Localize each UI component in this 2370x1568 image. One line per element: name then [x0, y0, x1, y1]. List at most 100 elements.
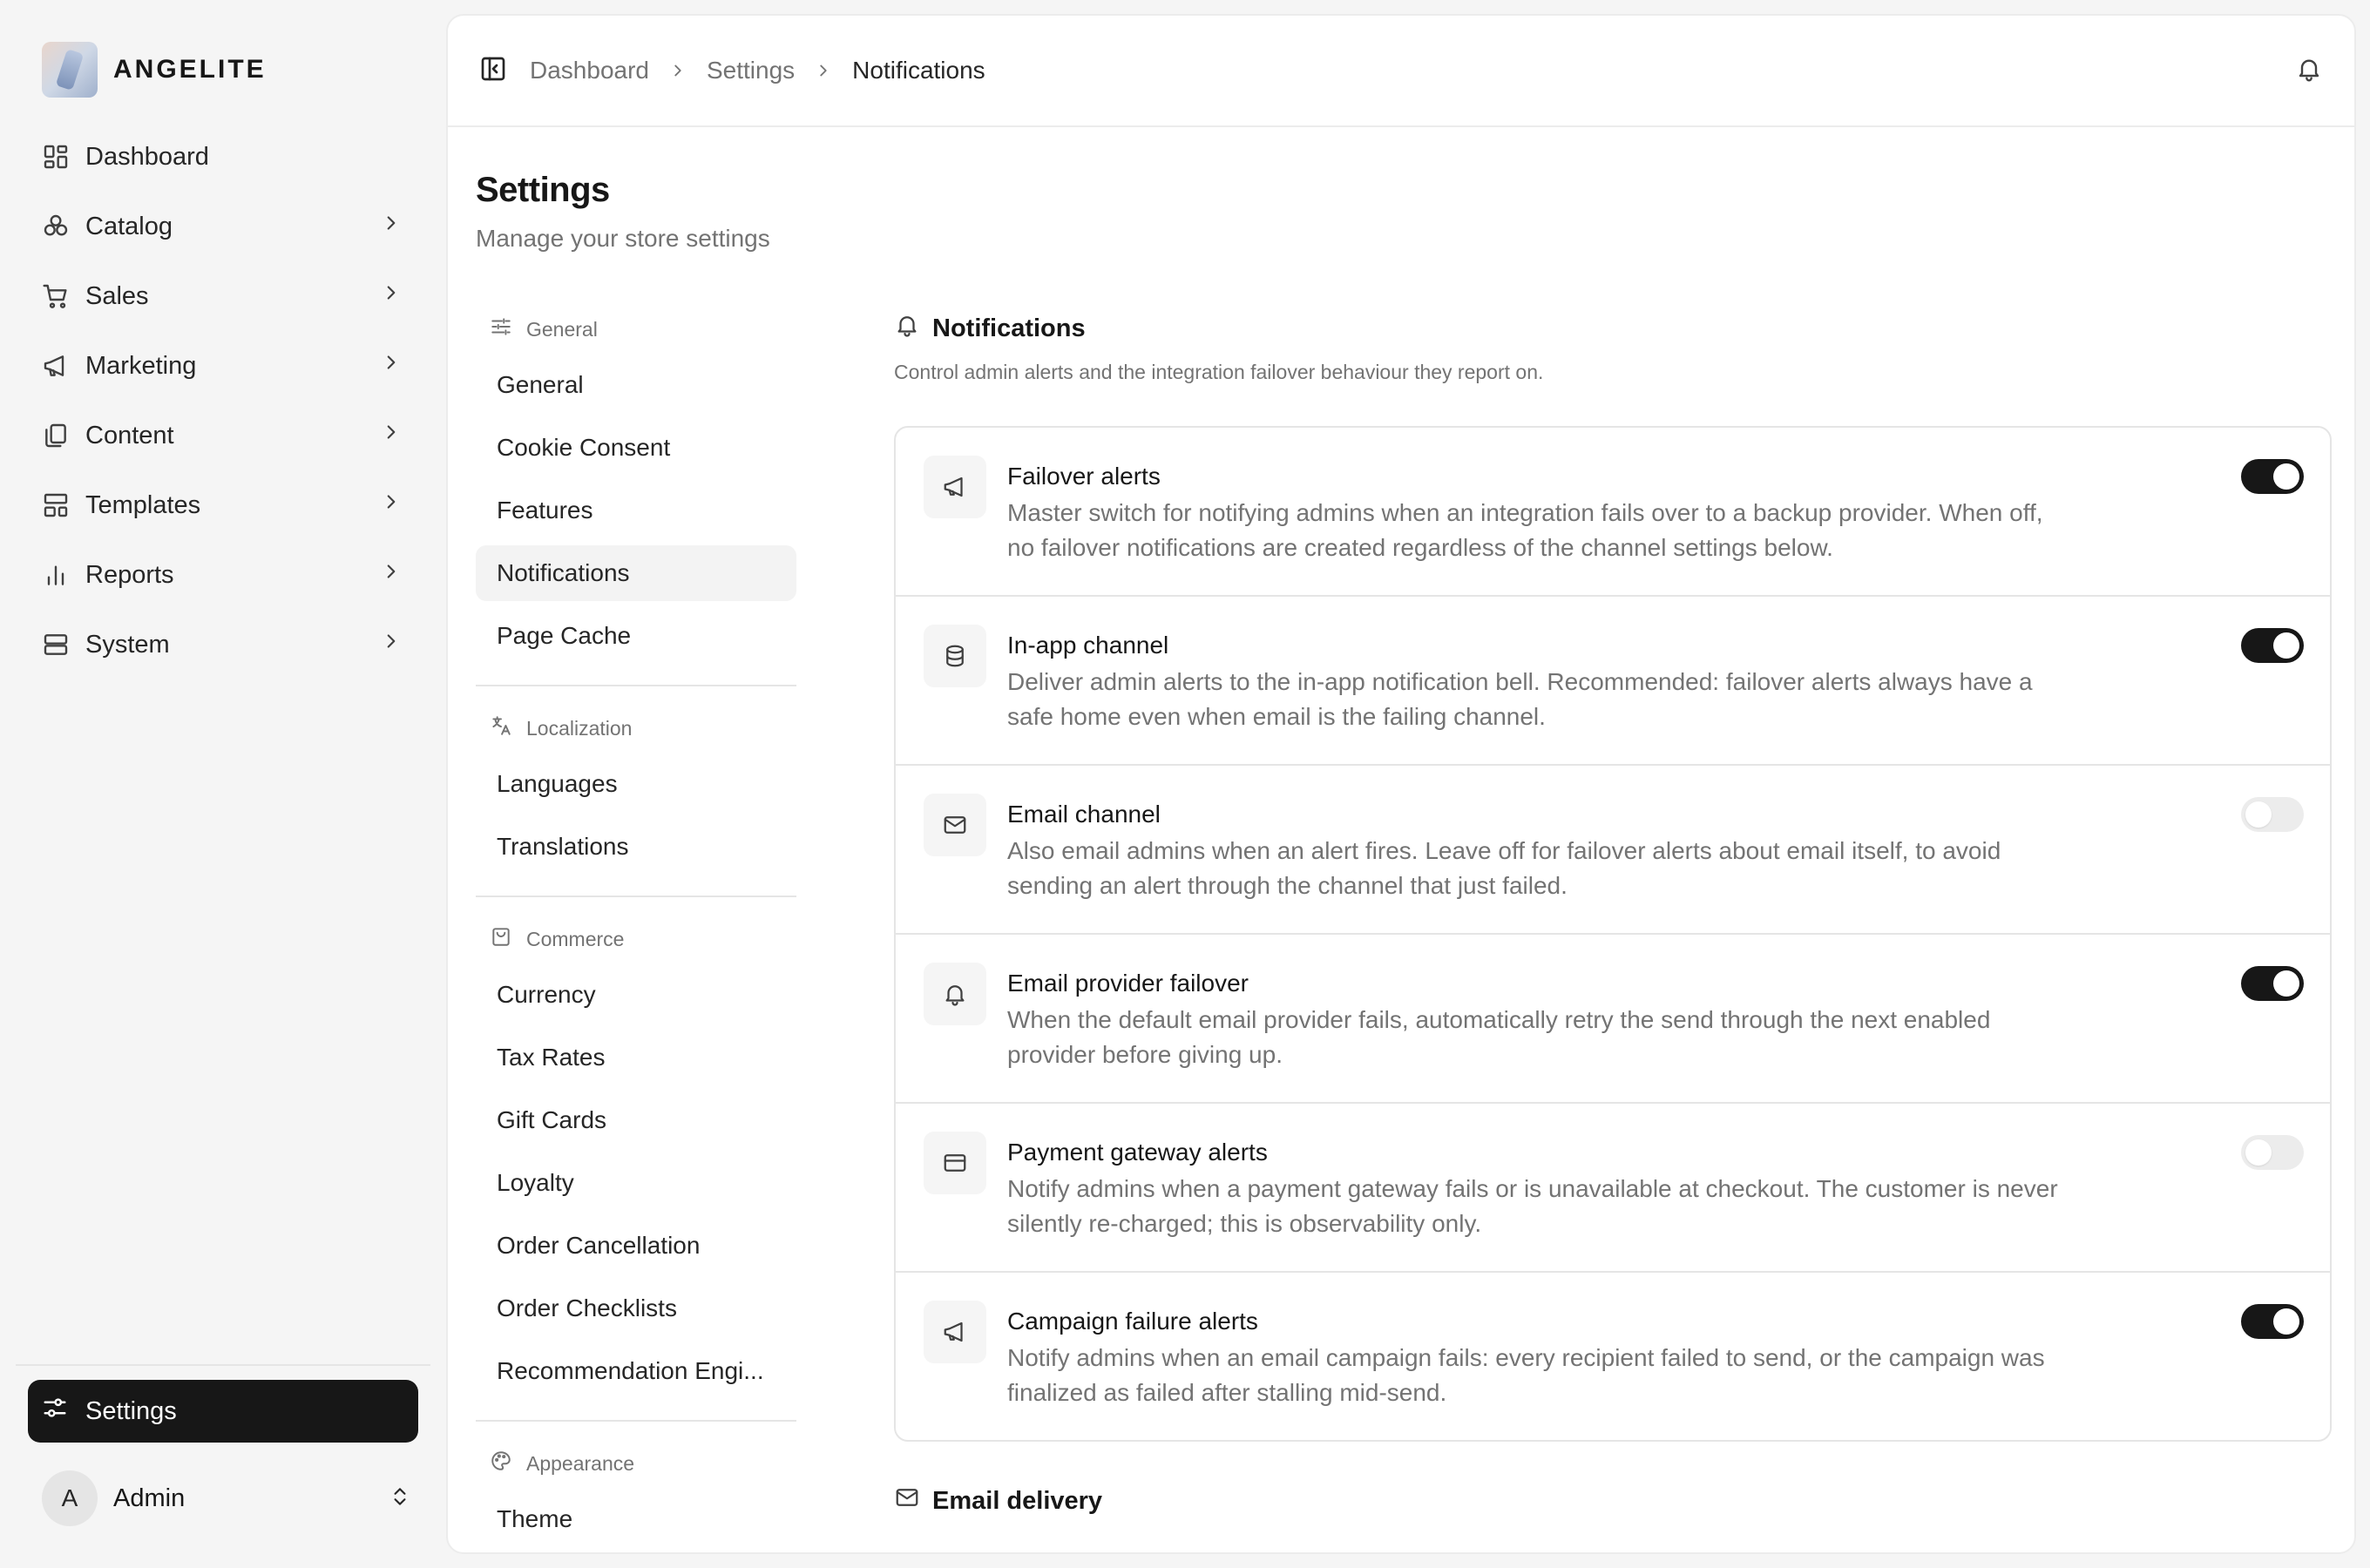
setting-description: When the default email provider fails, a…: [1007, 1006, 1991, 1068]
setting-title: Payment gateway alerts: [1007, 1139, 1268, 1166]
megaphone-icon: [924, 1301, 986, 1363]
breadcrumb: Dashboard Settings Notifications: [530, 57, 985, 84]
setting-row-payment-gateway-alerts: Payment gateway alerts Notify admins whe…: [896, 1102, 2330, 1271]
cart-icon: [42, 282, 70, 310]
chevron-right-icon: [380, 630, 403, 659]
toggle-knob: [2273, 463, 2299, 490]
sidebar-item-reports[interactable]: Reports: [28, 540, 416, 610]
toggle-knob: [2245, 1139, 2272, 1166]
email-delivery-heading: Email delivery: [894, 1484, 1102, 1517]
subnav-item-notifications[interactable]: Notifications: [476, 545, 796, 601]
subnav-item-currency[interactable]: Currency: [476, 967, 796, 1023]
translate-icon: [490, 714, 526, 742]
notification-settings-card: Failover alerts Master switch for notify…: [894, 426, 2332, 1442]
megaphone-icon: [42, 352, 70, 380]
chevron-right-icon: [380, 421, 403, 450]
subnav-item-cookie-consent[interactable]: Cookie Consent: [476, 420, 796, 476]
in-app-channel-toggle[interactable]: [2241, 628, 2304, 663]
subnav-item-order-cancellation[interactable]: Order Cancellation: [476, 1218, 796, 1274]
chevron-right-icon: [380, 281, 403, 311]
sidebar-item-label: Reports: [85, 560, 174, 589]
subnav-group-title: Commerce: [526, 927, 625, 950]
brand[interactable]: ANGELITE: [42, 42, 267, 98]
notifications-section: Notifications Control admin alerts and t…: [894, 312, 2332, 1442]
subnav-item-languages[interactable]: Languages: [476, 756, 796, 812]
toggle-knob: [2273, 970, 2299, 997]
email-provider-failover-toggle[interactable]: [2241, 966, 2304, 1001]
sidebar-item-templates[interactable]: Templates: [28, 470, 416, 540]
setting-description: Deliver admin alerts to the in-app notif…: [1007, 668, 2033, 730]
setting-row-failover-alerts: Failover alerts Master switch for notify…: [896, 428, 2330, 595]
breadcrumb-dashboard[interactable]: Dashboard: [530, 57, 649, 84]
sidebar-item-catalog[interactable]: Catalog: [28, 192, 416, 261]
shopping-bag-icon: [490, 925, 526, 953]
templates-icon: [42, 491, 70, 519]
brand-logo: [42, 42, 98, 98]
sidebar-toggle-icon[interactable]: [479, 55, 507, 87]
database-icon: [924, 625, 986, 687]
main-panel: Dashboard Settings Notifications Setting…: [446, 14, 2356, 1554]
megaphone-icon: [924, 456, 986, 518]
sidebar-item-label: Templates: [85, 490, 201, 519]
sidebar-divider: [16, 1364, 430, 1366]
sidebar-item-content[interactable]: Content: [28, 401, 416, 470]
content-icon: [42, 422, 70, 449]
campaign-failure-alerts-toggle[interactable]: [2241, 1304, 2304, 1339]
subnav-group-title: Appearance: [526, 1451, 635, 1475]
setting-row-email-channel: Email channel Also email admins when an …: [896, 764, 2330, 933]
subnav-group-commerce: Commerce: [476, 918, 796, 960]
section-title: Email delivery: [932, 1486, 1103, 1515]
setting-row-in-app-channel: In-app channel Deliver admin alerts to t…: [896, 595, 2330, 764]
breadcrumb-settings[interactable]: Settings: [707, 57, 795, 84]
sidebar-item-label: Sales: [85, 281, 149, 310]
subnav-item-theme[interactable]: Theme: [476, 1491, 796, 1547]
toggle-knob: [2245, 801, 2272, 828]
sidebar-item-label: Catalog: [85, 212, 173, 240]
failover-alerts-toggle[interactable]: [2241, 459, 2304, 494]
user-menu[interactable]: A Admin: [42, 1470, 411, 1526]
brand-name: ANGELITE: [113, 55, 267, 84]
chevron-right-icon: [814, 61, 833, 80]
notification-bell-icon[interactable]: [2295, 55, 2323, 87]
palette-icon: [490, 1450, 526, 1477]
payment-gateway-alerts-toggle[interactable]: [2241, 1135, 2304, 1170]
subnav-group-appearance: Appearance: [476, 1443, 796, 1484]
section-heading: Notifications: [894, 312, 2332, 345]
setting-title: Email channel: [1007, 801, 1161, 828]
chevron-right-icon: [380, 212, 403, 241]
reports-icon: [42, 561, 70, 589]
settings-subnav: General General Cookie Consent Features …: [476, 308, 796, 1547]
subnav-item-translations[interactable]: Translations: [476, 819, 796, 875]
chevron-right-icon: [380, 560, 403, 590]
subnav-group-title: Localization: [526, 716, 633, 740]
page-subtitle: Manage your store settings: [476, 225, 770, 252]
mail-icon: [894, 1484, 932, 1517]
subnav-item-page-cache[interactable]: Page Cache: [476, 608, 796, 664]
subnav-item-general[interactable]: General: [476, 357, 796, 413]
subnav-item-features[interactable]: Features: [476, 483, 796, 538]
subnav-item-loyalty[interactable]: Loyalty: [476, 1155, 796, 1211]
sidebar-item-dashboard[interactable]: Dashboard: [28, 122, 416, 192]
sidebar-item-label: Settings: [85, 1396, 177, 1425]
breadcrumb-notifications: Notifications: [852, 57, 985, 84]
settings-sliders-icon: [42, 1395, 85, 1428]
subnav-item-order-checklists[interactable]: Order Checklists: [476, 1281, 796, 1336]
server-icon: [42, 631, 70, 659]
subnav-item-recommendation-engine[interactable]: Recommendation Engi...: [476, 1343, 796, 1399]
catalog-icon: [42, 213, 70, 240]
sidebar-item-sales[interactable]: Sales: [28, 261, 416, 331]
setting-row-campaign-failure-alerts: Campaign failure alerts Notify admins wh…: [896, 1271, 2330, 1440]
setting-row-email-provider-failover: Email provider failover When the default…: [896, 933, 2330, 1102]
sidebar-item-settings[interactable]: Settings: [28, 1380, 418, 1443]
sidebar-item-label: System: [85, 630, 170, 659]
section-description: Control admin alerts and the integration…: [894, 361, 1544, 383]
bell-icon: [894, 312, 932, 345]
subnav-divider: [476, 1420, 796, 1422]
sidebar-item-system[interactable]: System: [28, 610, 416, 679]
sidebar-item-marketing[interactable]: Marketing: [28, 331, 416, 401]
subnav-item-gift-cards[interactable]: Gift Cards: [476, 1092, 796, 1148]
email-channel-toggle[interactable]: [2241, 797, 2304, 832]
subnav-group-title: General: [526, 317, 598, 341]
section-title: Notifications: [932, 314, 1086, 342]
subnav-item-tax-rates[interactable]: Tax Rates: [476, 1030, 796, 1085]
